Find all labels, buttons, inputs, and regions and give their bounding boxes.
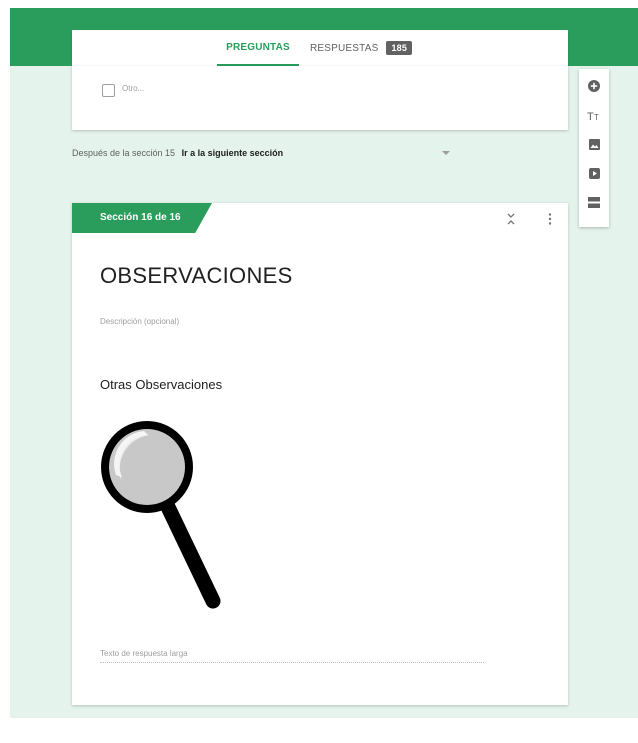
answer-underline: [100, 662, 484, 663]
question-title[interactable]: Otras Observaciones: [100, 377, 222, 392]
add-video-icon[interactable]: [579, 162, 609, 184]
after-section-select[interactable]: Ir a la siguiente sección: [182, 148, 284, 158]
floating-toolbar: TT: [579, 69, 609, 227]
responses-count-badge: 185: [386, 41, 413, 55]
tab-responses[interactable]: RESPUESTAS 185: [306, 30, 416, 66]
add-section-icon[interactable]: [579, 191, 609, 213]
tab-responses-label: RESPUESTAS: [309, 42, 379, 54]
long-answer-placeholder: Texto de respuesta larga: [100, 649, 188, 658]
other-option-label[interactable]: Otro...: [122, 84, 144, 93]
section-title[interactable]: OBSERVACIONES: [100, 263, 293, 289]
add-title-icon[interactable]: TT: [579, 104, 609, 126]
other-option-checkbox[interactable]: [102, 84, 115, 97]
collapse-icon[interactable]: [507, 212, 515, 230]
tab-questions-label: PREGUNTAS: [226, 41, 290, 53]
previous-question-card: Otro...: [72, 66, 568, 130]
svg-text:T: T: [594, 113, 599, 121]
magnifying-glass-image: [98, 409, 228, 614]
svg-text:T: T: [587, 111, 594, 121]
after-section-label: Después de la sección 15: [72, 148, 176, 158]
after-section-navigation: Después de la sección 15 Ir a la siguien…: [72, 148, 283, 158]
add-image-icon[interactable]: [579, 133, 609, 155]
tab-bar: PREGUNTAS RESPUESTAS 185: [72, 30, 568, 66]
chevron-down-icon[interactable]: [442, 151, 450, 155]
more-options-icon[interactable]: [548, 212, 552, 230]
section-tab-label: Sección 16 de 16: [72, 203, 212, 233]
tab-questions[interactable]: PREGUNTAS: [217, 30, 299, 66]
add-question-icon[interactable]: [579, 75, 609, 97]
section-description-field[interactable]: Descripción (opcional): [100, 317, 179, 326]
section-card: Sección 16 de 16 OBSERVACIONES Descripci…: [72, 203, 568, 705]
